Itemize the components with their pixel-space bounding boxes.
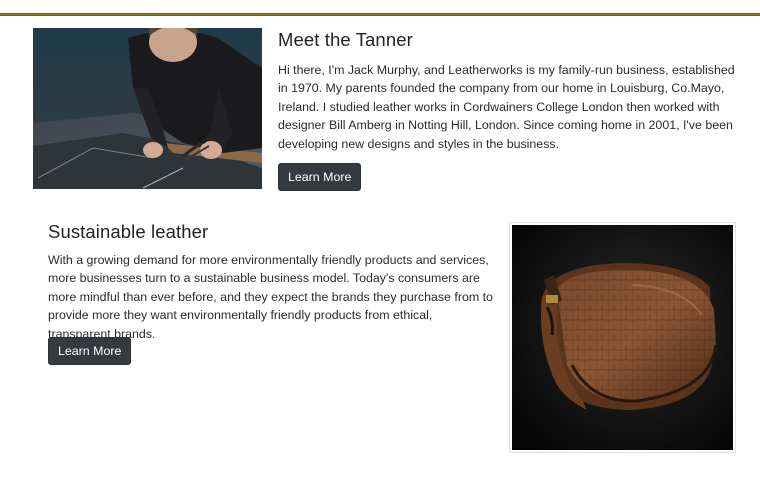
brown-leather-saddle-bag-photo-icon [512,225,733,450]
sustainable-title: Sustainable leather [48,221,209,242]
sustainable-section: Sustainable leather With a growing deman… [48,221,498,343]
tanner-description: Hi there, I'm Jack Murphy, and Leatherwo… [278,63,735,151]
bag-photo-frame [509,222,736,453]
tanner-section: Meet the Tanner Hi there, I'm Jack Murph… [278,28,738,153]
header-divider [0,13,760,16]
sustainable-learn-more-button[interactable]: Learn More [48,337,132,365]
sustainable-description: With a growing demand for more environme… [48,253,493,341]
tanner-title: Meet the Tanner [278,29,413,50]
bag-photo [512,225,733,450]
craftsman-cutting-leather-photo-icon [33,28,262,189]
page: Meet the Tanner Hi there, I'm Jack Murph… [0,0,760,491]
tanner-photo [33,28,262,189]
tanner-learn-more-button[interactable]: Learn More [278,163,362,191]
